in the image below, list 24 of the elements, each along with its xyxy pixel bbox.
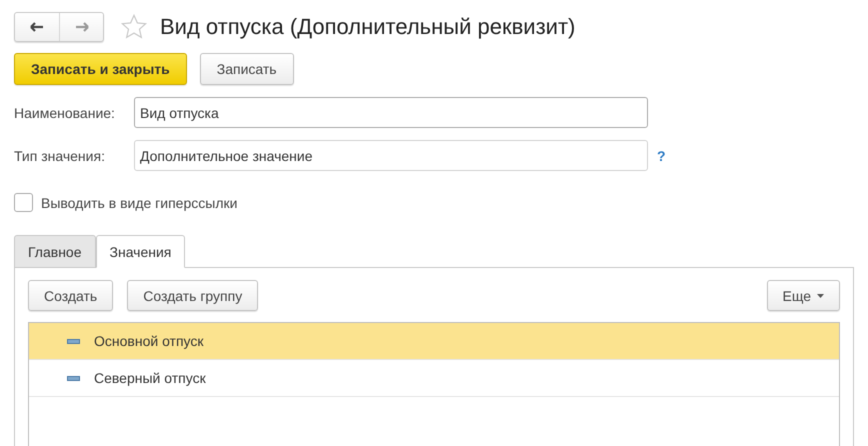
- text-field[interactable]: Вид отпуска: [134, 97, 648, 128]
- field-label: Тип значения:: [14, 148, 106, 164]
- star-icon[interactable]: [120, 13, 148, 41]
- checkbox[interactable]: [14, 193, 33, 212]
- save-and-close-button[interactable]: Записать и закрыть: [14, 53, 187, 85]
- forward-arrow-icon: [74, 22, 88, 32]
- more-button[interactable]: Еще: [766, 280, 840, 311]
- save-button[interactable]: Записать: [200, 53, 294, 85]
- create-group-button[interactable]: Создать группу: [127, 280, 258, 311]
- help-link[interactable]: ?: [657, 148, 666, 164]
- caret-icon: [817, 294, 824, 298]
- field-label: Наименование:: [14, 104, 116, 120]
- list-item[interactable]: Основной отпуск: [29, 323, 839, 360]
- item-icon: [67, 338, 80, 344]
- window-title: Вид отпуска (Дополнительный реквизит): [160, 14, 576, 40]
- back-arrow-icon: [30, 22, 44, 32]
- checkbox-label: Выводить в виде гиперссылки: [41, 194, 238, 210]
- item-label: Основной отпуск: [94, 333, 204, 349]
- tab[interactable]: Значения: [96, 235, 186, 268]
- item-icon: [67, 376, 80, 380]
- item-label: Северный отпуск: [94, 370, 206, 386]
- text-field[interactable]: Дополнительное значение: [134, 140, 648, 171]
- tab[interactable]: Главное: [14, 235, 96, 268]
- create-button[interactable]: Создать: [28, 280, 114, 311]
